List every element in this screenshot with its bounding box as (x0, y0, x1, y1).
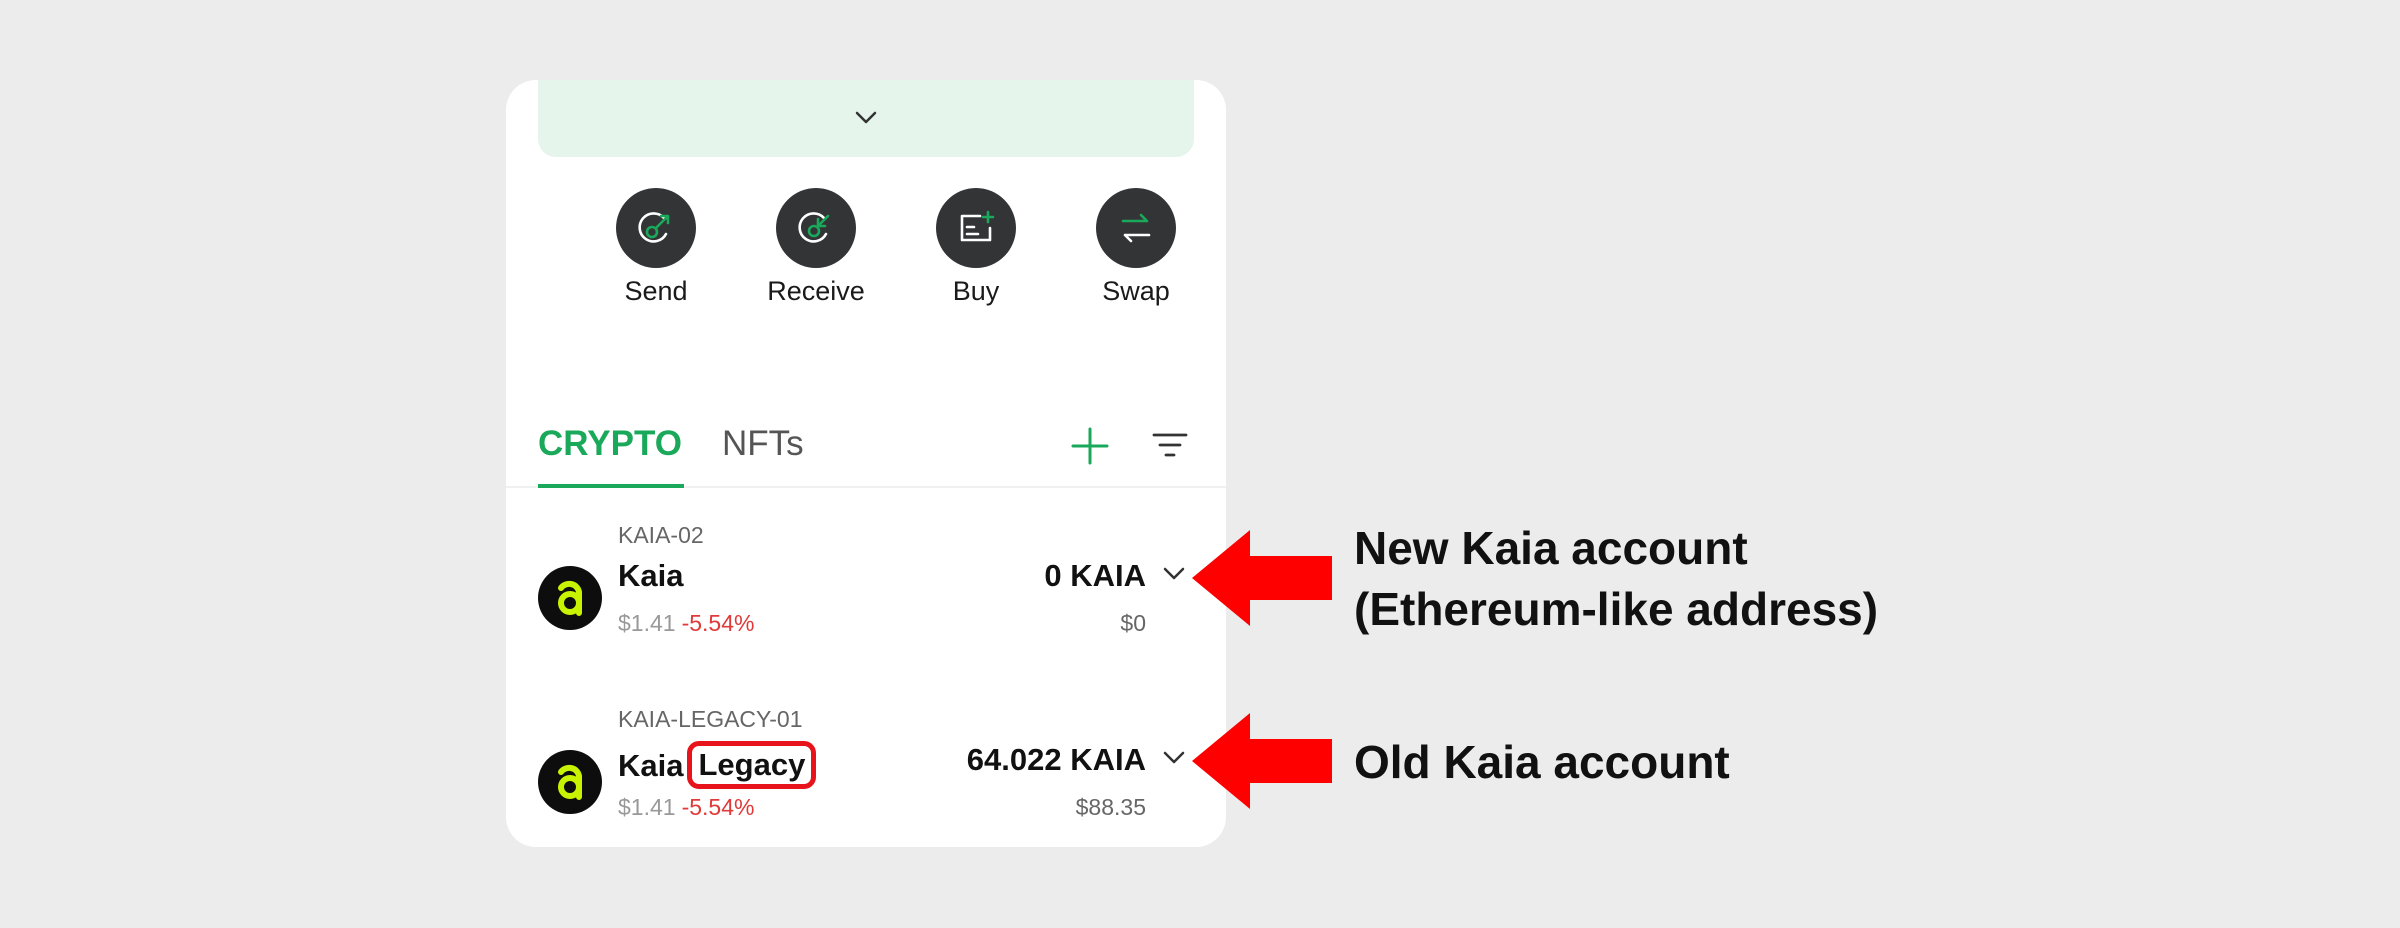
buy-label: Buy (952, 276, 1000, 306)
price-change: -5.54% (681, 610, 755, 636)
token-name: Kaia Legacy (618, 741, 817, 790)
asset-tabs: CRYPTO NFTs (506, 420, 1226, 488)
swap-icon (1096, 188, 1176, 268)
buy-icon (936, 188, 1016, 268)
add-token-icon[interactable] (1070, 426, 1110, 466)
action-bar: Send Receive Buy Swap (506, 188, 1226, 338)
token-price: $1.41 -5.54% (618, 794, 755, 820)
account-name: KAIA-02 (618, 522, 704, 548)
filter-icon[interactable] (1150, 426, 1190, 466)
token-amount: 64.022 KAIA (966, 742, 1146, 777)
annotation-old-account: Old Kaia account (1354, 736, 1730, 788)
receive-label: Receive (767, 276, 865, 306)
red-arrow-icon (1192, 713, 1332, 809)
send-icon (616, 188, 696, 268)
fiat-value: $0 (1120, 610, 1146, 636)
receive-button[interactable]: Receive (746, 188, 886, 307)
token-name: Kaia (618, 558, 684, 593)
fiat-value: $88.35 (1075, 794, 1146, 820)
token-price: $1.41 -5.54% (618, 610, 755, 636)
legacy-tag-highlight: Legacy (687, 741, 817, 789)
chevron-down-icon[interactable] (1162, 566, 1186, 586)
token-amount: 0 KAIA (1044, 558, 1146, 593)
send-label: Send (624, 276, 688, 306)
account-name: KAIA-LEGACY-01 (618, 706, 803, 732)
chevron-down-icon[interactable] (1162, 750, 1186, 770)
kaia-logo-icon (538, 566, 602, 630)
chevron-down-icon[interactable] (854, 110, 878, 126)
asset-row-kaia-legacy[interactable]: KAIA-LEGACY-01 Kaia Legacy $1.41 -5.54% 64… (506, 706, 1226, 826)
tab-nfts[interactable]: NFTs (722, 420, 804, 484)
send-button[interactable]: Send (586, 188, 726, 307)
receive-icon (776, 188, 856, 268)
wallet-card: , , , Send Rec (506, 80, 1226, 847)
red-arrow-icon (1192, 530, 1332, 626)
kaia-logo-icon (538, 750, 602, 814)
price-change: -5.54% (681, 794, 755, 820)
asset-row-kaia[interactable]: KAIA-02 Kaia $1.41 -5.54% 0 KAIA $0 (506, 522, 1226, 642)
annotation-new-account: New Kaia account (Ethereum-like address) (1354, 522, 1879, 635)
swap-label: Swap (1102, 276, 1170, 306)
balance-panel[interactable]: , , , (538, 80, 1194, 157)
tab-crypto[interactable]: CRYPTO (538, 420, 684, 488)
buy-button[interactable]: Buy (906, 188, 1046, 307)
swap-button[interactable]: Swap (1066, 188, 1206, 307)
